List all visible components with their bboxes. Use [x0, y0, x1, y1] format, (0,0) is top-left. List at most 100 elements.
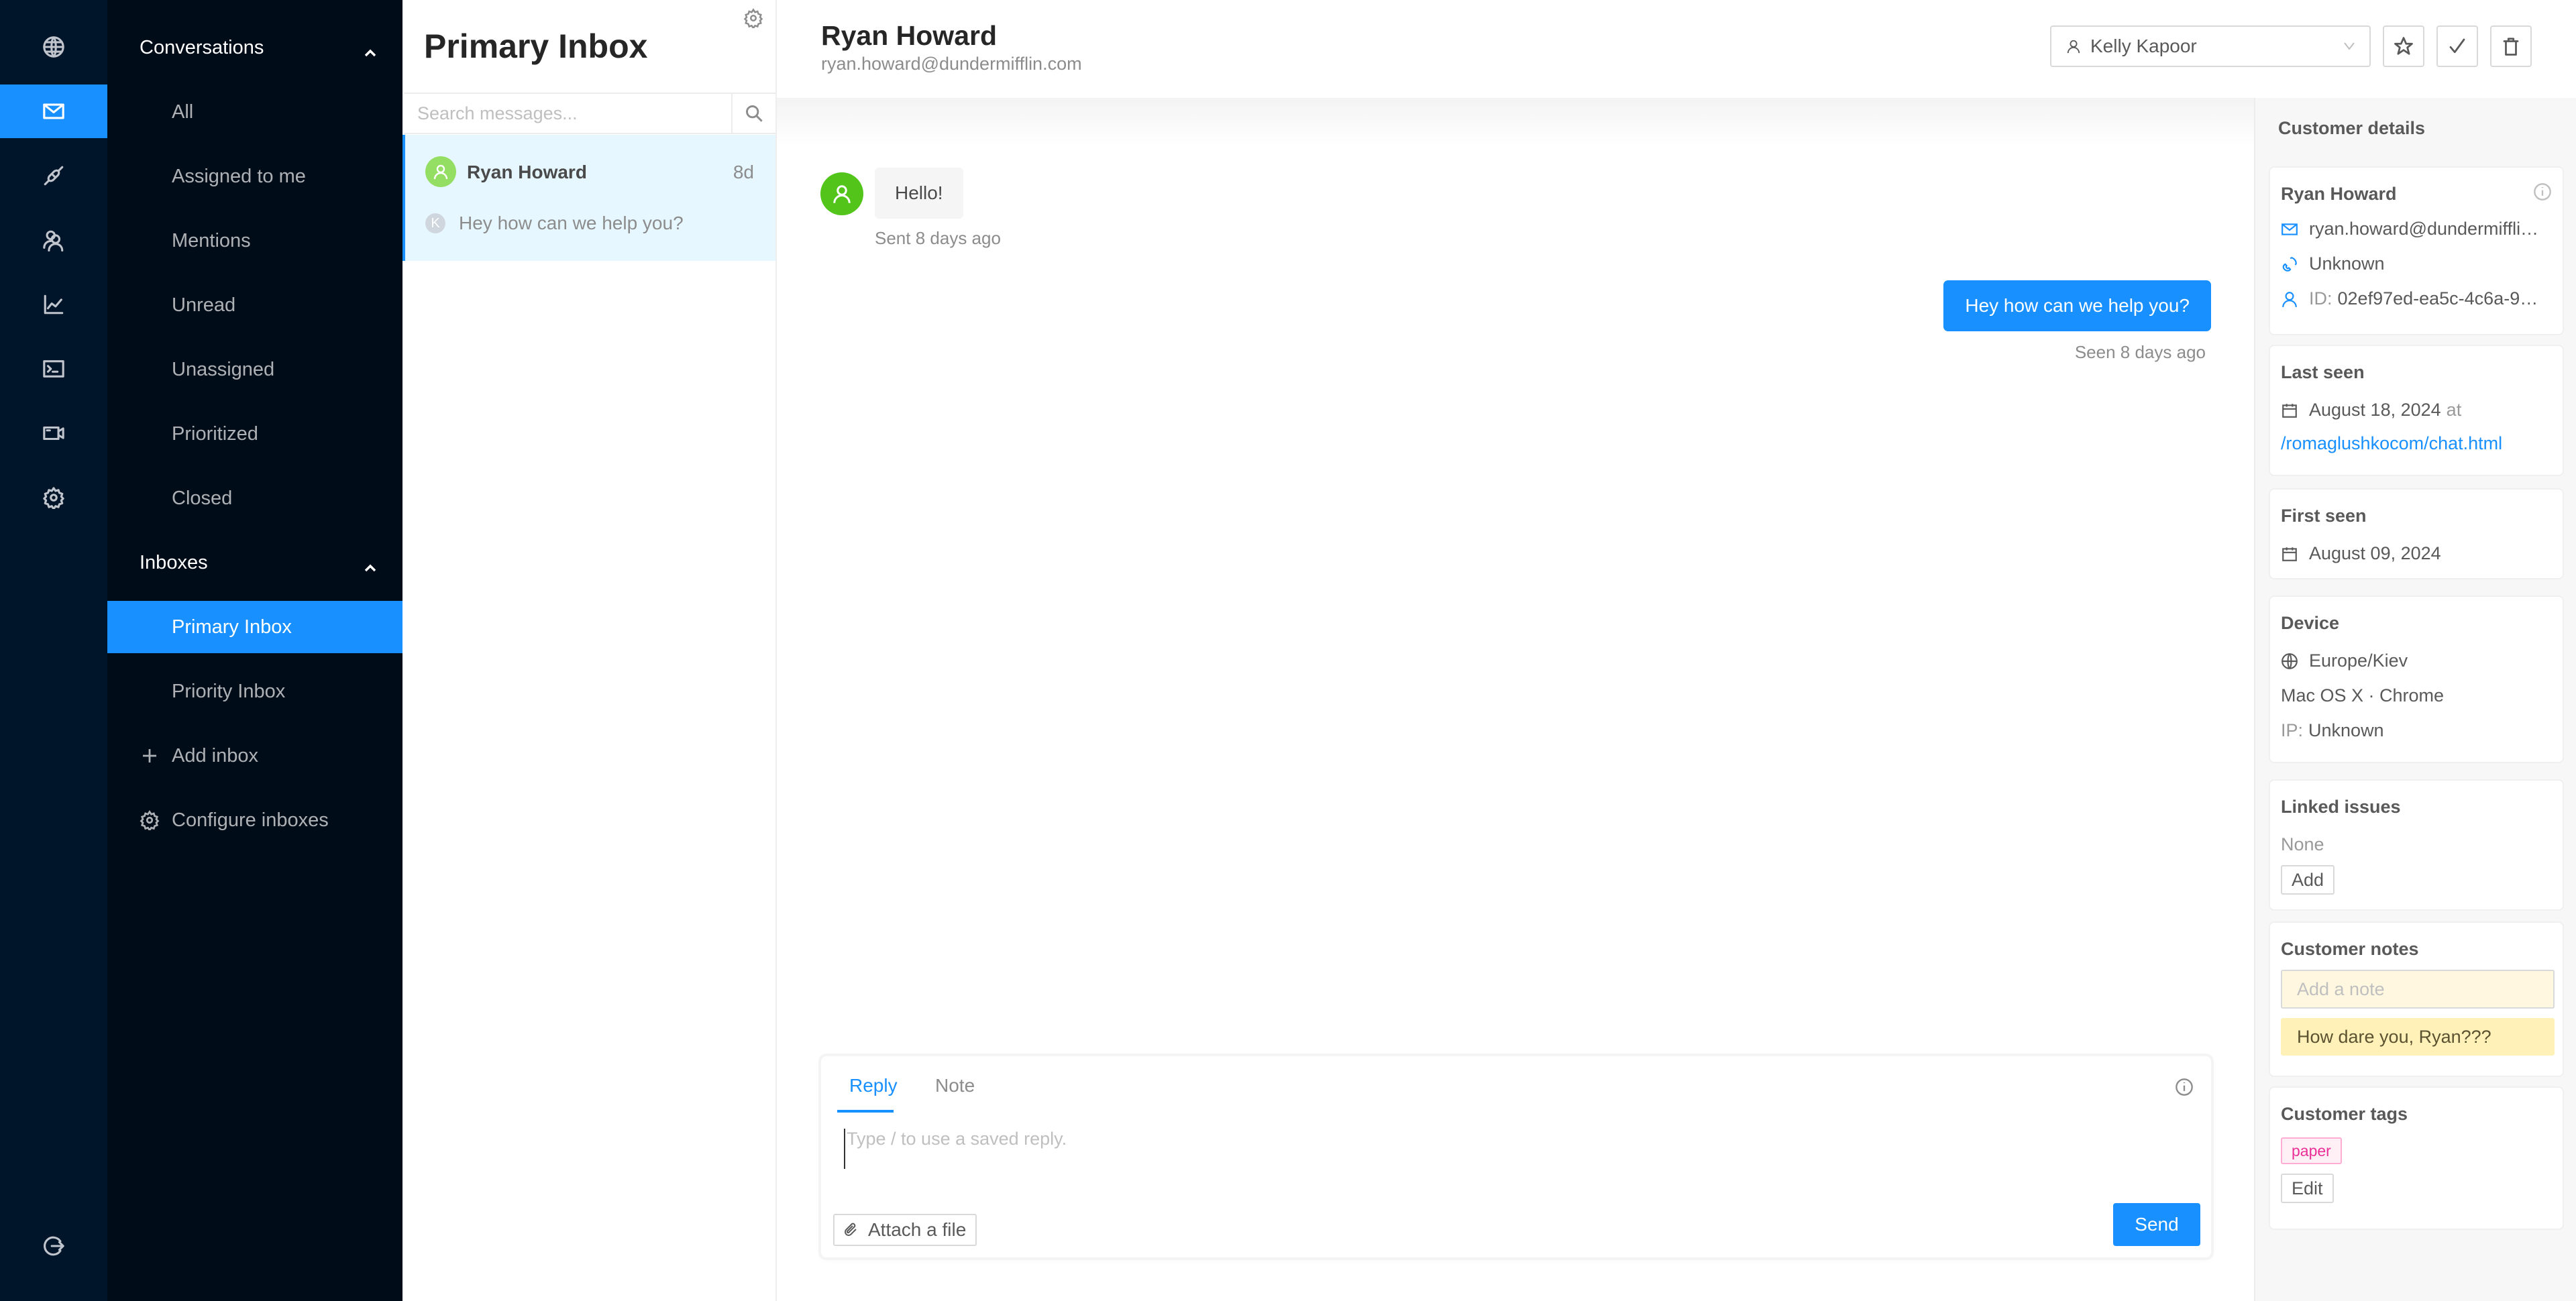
device-title: Device	[2281, 613, 2340, 633]
page-title: Primary Inbox	[424, 27, 648, 65]
chevron-down-icon	[2343, 40, 2356, 54]
last-seen-date-row: August 18, 2024 at	[2281, 400, 2461, 420]
first-seen-card: First seen August 09, 2024	[2269, 488, 2564, 579]
reply-composer: Reply Note Attach a file Send	[821, 1056, 2211, 1257]
tab-reply[interactable]: Reply	[849, 1075, 898, 1096]
active-tab-indicator	[837, 1110, 894, 1113]
delete-button[interactable]	[2490, 25, 2532, 67]
nav-item-label: Unassigned	[172, 358, 275, 380]
nav-item-primary-inbox[interactable]: Primary Inbox	[107, 601, 402, 653]
configure-inboxes-button[interactable]: Configure inboxes	[107, 794, 402, 846]
conversation-preview: Hey how can we help you?	[459, 213, 684, 233]
customer-phone: Unknown	[2309, 253, 2385, 274]
device-timezone: Europe/Kiev	[2309, 650, 2408, 671]
first-seen-title: First seen	[2281, 506, 2367, 526]
nav-item-label: Mentions	[172, 229, 251, 251]
customer-details-title: Customer details	[2278, 118, 2426, 138]
customer-tags-card: Customer tags paper Edit	[2269, 1086, 2564, 1230]
rail-item-reporting[interactable]	[0, 278, 107, 331]
conversation-time: 8d	[733, 162, 754, 182]
linked-issues-title: Linked issues	[2281, 797, 2401, 817]
send-button[interactable]: Send	[2113, 1203, 2200, 1246]
customer-notes-card: Customer notes How dare you, Ryan???	[2269, 921, 2564, 1077]
paperclip-icon	[845, 1223, 857, 1236]
section-inboxes[interactable]: Inboxes	[107, 536, 402, 589]
add-note-input[interactable]	[2281, 970, 2555, 1009]
list-settings-button[interactable]	[743, 8, 763, 30]
rail-item-video[interactable]	[0, 406, 107, 460]
rail-item-globe[interactable]	[0, 20, 107, 74]
customer-info-button[interactable]	[2533, 182, 2552, 201]
conversation-customer-email: ryan.howard@dundermifflin.com	[821, 54, 1082, 74]
customer-tag[interactable]: paper	[2281, 1137, 2342, 1164]
first-seen-date: August 09, 2024	[2309, 543, 2441, 563]
add-inbox-button[interactable]: Add inbox	[107, 730, 402, 782]
nav-item-closed[interactable]: Closed	[107, 472, 402, 524]
resolve-button[interactable]	[2436, 25, 2478, 67]
assignee-select[interactable]: Kelly Kapoor	[2050, 25, 2371, 67]
attach-file-label: Attach a file	[868, 1219, 967, 1240]
nav-item-all[interactable]: All	[107, 86, 402, 138]
edit-tags-button[interactable]: Edit	[2281, 1174, 2334, 1203]
nav-item-label: All	[172, 101, 194, 123]
nav-item-label: Closed	[172, 487, 233, 509]
rail-item-customers[interactable]	[0, 213, 107, 267]
conversation-customer-name: Ryan Howard	[821, 20, 997, 51]
message-seen-status: Seen 8 days ago	[2074, 342, 2206, 362]
phone-icon	[2282, 256, 2297, 272]
chart-icon	[44, 294, 64, 315]
device-ip: Unknown	[2308, 720, 2384, 740]
first-seen-date-row: August 09, 2024	[2281, 543, 2441, 564]
calendar-icon	[2282, 403, 2297, 418]
last-seen-date: August 18, 2024	[2309, 400, 2441, 420]
terminal-icon	[43, 360, 64, 378]
rail-item-integrations[interactable]	[0, 149, 107, 203]
rail-item-mail[interactable]	[0, 84, 107, 138]
attach-file-button[interactable]: Attach a file	[833, 1214, 977, 1246]
composer-info-button[interactable]	[2175, 1078, 2194, 1096]
conversation-list-item[interactable]: Ryan Howard 8d K Hey how can we help you…	[402, 135, 775, 261]
video-icon	[43, 426, 64, 441]
prioritize-button[interactable]	[2383, 25, 2424, 67]
nav-item-label: Primary Inbox	[172, 616, 292, 638]
nav-item-prioritized[interactable]: Prioritized	[107, 408, 402, 460]
configure-inboxes-label: Configure inboxes	[172, 809, 329, 831]
nav-item-mentions[interactable]: Mentions	[107, 215, 402, 267]
customer-avatar	[425, 156, 456, 187]
user-icon	[2282, 291, 2297, 307]
calendar-icon	[2282, 547, 2297, 561]
users-icon	[43, 230, 64, 251]
section-conversations[interactable]: Conversations	[107, 21, 402, 74]
nav-item-unread[interactable]: Unread	[107, 279, 402, 331]
device-os-browser: Mac OS X · Chrome	[2281, 685, 2445, 705]
customer-notes-title: Customer notes	[2281, 939, 2419, 959]
tab-note[interactable]: Note	[935, 1075, 975, 1096]
nav-item-label: Assigned to me	[172, 165, 306, 187]
last-seen-at: at	[2446, 400, 2462, 420]
info-icon	[2534, 183, 2551, 201]
search-input[interactable]	[404, 94, 731, 133]
assignee-name: Kelly Kapoor	[2090, 36, 2197, 56]
nav-item-unassigned[interactable]: Unassigned	[107, 343, 402, 396]
rail-item-settings[interactable]	[0, 471, 107, 524]
star-icon	[2394, 37, 2413, 55]
info-icon	[2176, 1078, 2193, 1096]
search-button[interactable]	[731, 94, 775, 133]
conversation-customer-name: Ryan Howard	[467, 162, 587, 182]
add-linked-issue-button[interactable]: Add	[2281, 865, 2335, 895]
nav-item-assigned-to-me[interactable]: Assigned to me	[107, 150, 402, 203]
customer-id-row: ID: 02ef97ed-ea5c-4c6a-9…	[2281, 288, 2538, 309]
user-icon	[2067, 40, 2080, 54]
rail-item-developers[interactable]	[0, 342, 107, 396]
conversation-panel: Ryan Howard ryan.howard@dundermifflin.co…	[777, 0, 2532, 1301]
reply-input[interactable]	[844, 1129, 2186, 1169]
nav-item-label: Unread	[172, 294, 236, 316]
device-ip-row: IP: Unknown	[2281, 720, 2384, 741]
linked-issues-card: Linked issues None Add	[2269, 779, 2564, 911]
logout-button[interactable]	[0, 1219, 107, 1273]
trash-icon	[2503, 38, 2519, 56]
last-seen-page-link[interactable]: /romaglushkocom/chat.html	[2281, 433, 2502, 454]
plug-icon	[44, 166, 64, 186]
device-ip-label: IP:	[2281, 720, 2304, 740]
nav-item-priority-inbox[interactable]: Priority Inbox	[107, 665, 402, 718]
